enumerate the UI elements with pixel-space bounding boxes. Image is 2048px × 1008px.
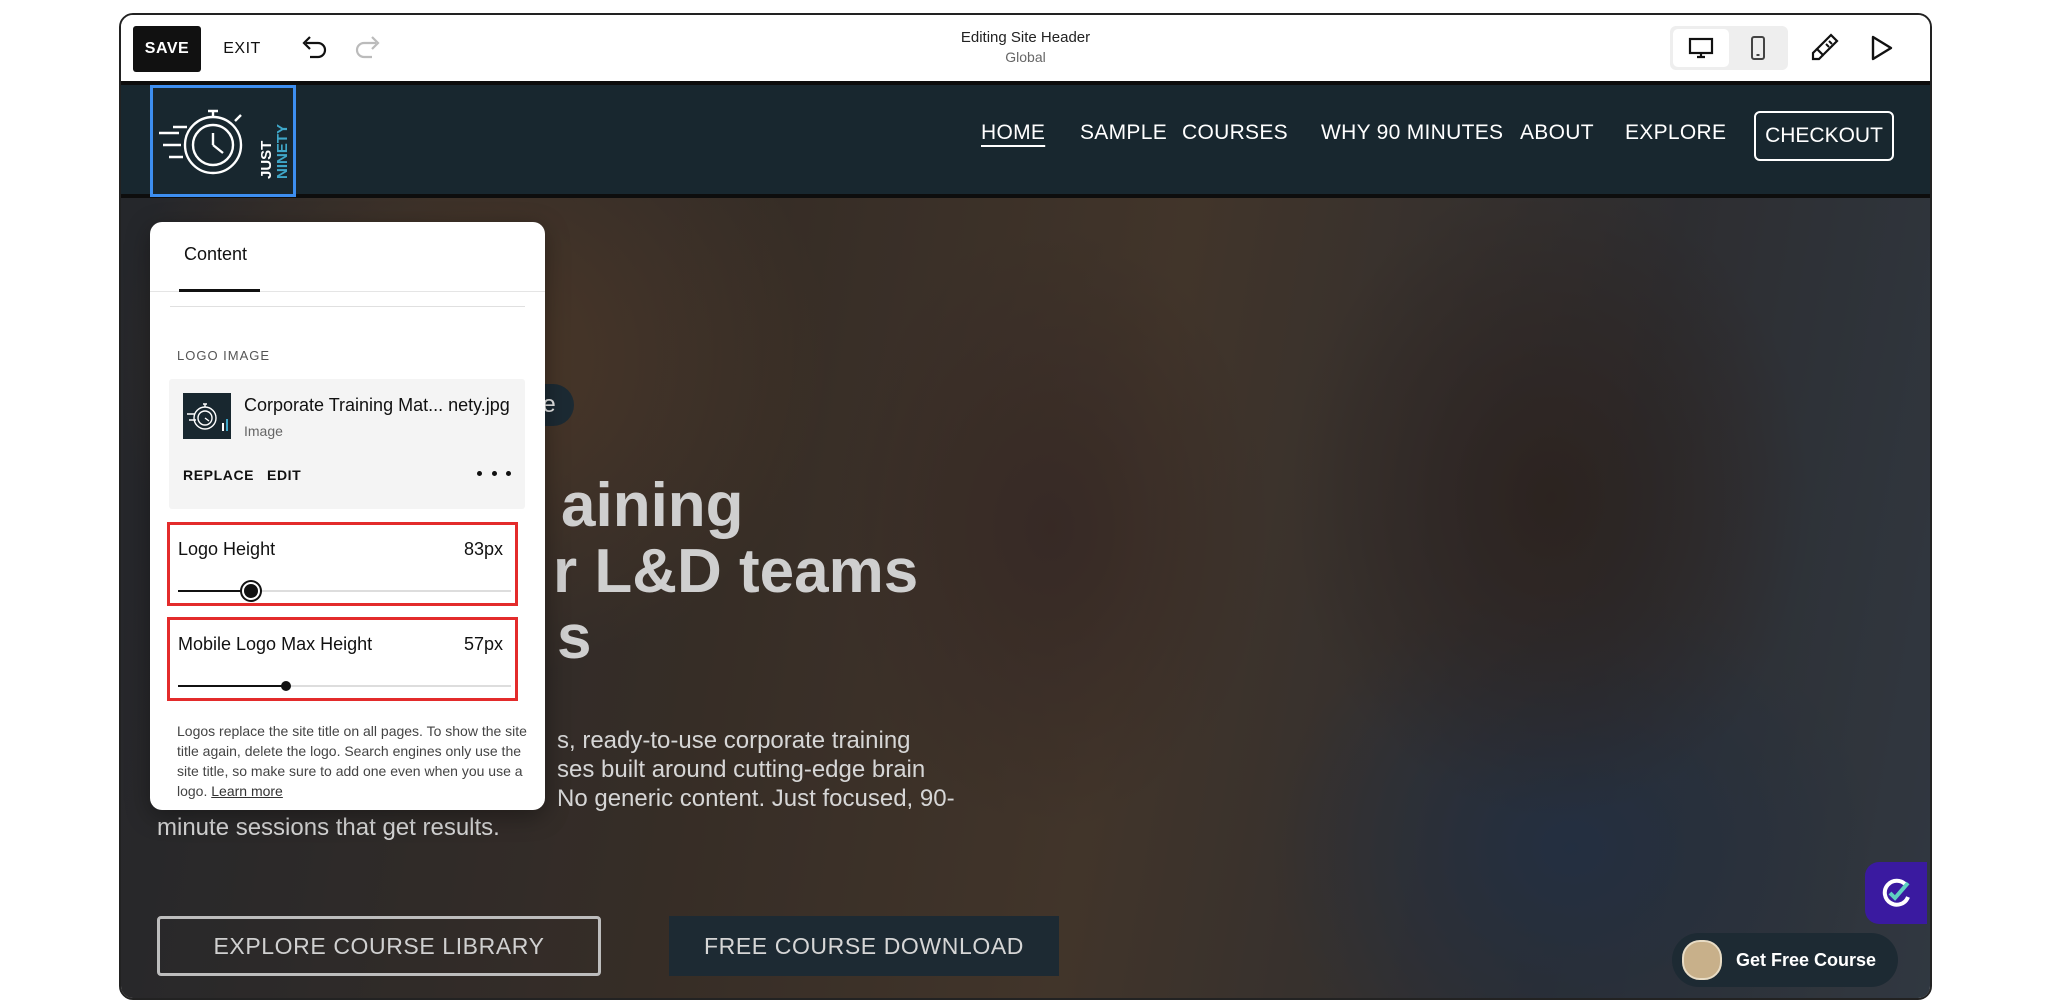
- free-course-download-button[interactable]: FREE COURSE DOWNLOAD: [669, 916, 1059, 976]
- mobile-logo-max-height-slider[interactable]: [178, 681, 511, 691]
- site-logo[interactable]: JUST NINETY: [150, 85, 296, 197]
- logo-height-slider-handle[interactable]: [242, 582, 261, 600]
- mobile-logo-max-height-label: Mobile Logo Max Height: [178, 634, 373, 654]
- headline-line-2: r L&D teams: [553, 537, 919, 606]
- mobile-logo-slider-fill: [178, 685, 287, 687]
- paintbrush-icon[interactable]: [1807, 31, 1841, 65]
- desktop-icon: [1688, 37, 1714, 59]
- view-toggle: [1670, 26, 1788, 70]
- section-divider: [170, 306, 525, 307]
- logo-file-type: Image: [244, 423, 283, 439]
- learn-more-link[interactable]: Learn more: [211, 783, 283, 799]
- logo-thumbnail: [183, 393, 231, 439]
- logo-height-label: Logo Height: [178, 539, 276, 559]
- mobile-view-button[interactable]: [1731, 29, 1785, 67]
- avatar: [1682, 940, 1722, 980]
- tab-content[interactable]: Content: [184, 244, 247, 265]
- nav-sample[interactable]: SAMPLE: [1080, 121, 1167, 145]
- edit-button[interactable]: EDIT: [267, 467, 301, 483]
- nav-about[interactable]: ABOUT: [1520, 121, 1594, 145]
- checkout-button[interactable]: CHECKOUT: [1754, 111, 1894, 161]
- logo-text-just: JUST: [258, 141, 275, 179]
- nav-explore[interactable]: EXPLORE: [1625, 121, 1726, 145]
- editor-frame: SAVE EXIT Editing Site Header Global JUS…: [119, 13, 1932, 1000]
- mobile-logo-max-height-value: 57px: [463, 634, 503, 654]
- desktop-view-button[interactable]: [1673, 29, 1729, 67]
- logo-height-slider[interactable]: [178, 582, 511, 600]
- explore-course-library-button[interactable]: EXPLORE COURSE LIBRARY: [157, 916, 601, 976]
- mobile-icon: [1751, 36, 1765, 60]
- headline-line-1: aining: [561, 471, 744, 540]
- logo-file-card: Corporate Training Mat... nety.jpg Image…: [169, 379, 525, 509]
- editing-context: Editing Site Header Global: [121, 29, 1930, 65]
- more-options-icon[interactable]: [477, 459, 511, 487]
- editor-toolbar: SAVE EXIT Editing Site Header Global: [121, 15, 1930, 81]
- chat-widget-button[interactable]: [1865, 862, 1927, 924]
- para-line-1: s, ready-to-use corporate training: [557, 727, 911, 754]
- logo-file-name: Corporate Training Mat... nety.jpg: [244, 395, 510, 415]
- nav-courses[interactable]: COURSES: [1182, 121, 1288, 145]
- mobile-logo-slider-handle[interactable]: [281, 681, 292, 691]
- para-line-2: ses built around cutting-edge brain: [557, 756, 926, 783]
- logo-text-ninety: NINETY: [274, 124, 291, 179]
- logo-settings-panel: Content LOGO IMAGE Corporate Training Ma…: [150, 222, 545, 810]
- check-badge-icon: [1882, 878, 1910, 907]
- para-line-4: minute sessions that get results.: [157, 814, 500, 841]
- logo-height-slider-fill: [178, 590, 252, 592]
- logo-image-label: LOGO IMAGE: [177, 348, 271, 363]
- get-free-course-label: Get Free Course: [1736, 949, 1877, 970]
- logo-height-value: 83px: [463, 539, 503, 559]
- nav-why-90-minutes[interactable]: WHY 90 MINUTES: [1321, 121, 1503, 145]
- site-header: JUST NINETY HOME SAMPLE COURSES WHY 90 M…: [121, 81, 1930, 198]
- stopwatch-logo-icon: JUST NINETY: [159, 109, 291, 179]
- replace-button[interactable]: REPLACE: [183, 467, 254, 483]
- stopwatch-thumbnail-icon: [187, 403, 228, 431]
- editing-scope: Global: [1005, 49, 1046, 65]
- nav-home[interactable]: HOME: [981, 121, 1045, 145]
- get-free-course-button[interactable]: Get Free Course: [1672, 933, 1898, 987]
- mobile-logo-max-height-setting: Mobile Logo Max Height 57px: [167, 617, 518, 701]
- para-line-3: No generic content. Just focused, 90-: [557, 785, 955, 812]
- logo-help-text: Logos replace the site title on all page…: [177, 721, 527, 801]
- logo-height-setting: Logo Height 83px: [167, 522, 518, 606]
- play-icon[interactable]: [1863, 31, 1897, 65]
- tab-content-underline: [179, 289, 260, 292]
- headline-line-3: s: [557, 603, 592, 672]
- editing-title: Editing Site Header: [960, 29, 1091, 46]
